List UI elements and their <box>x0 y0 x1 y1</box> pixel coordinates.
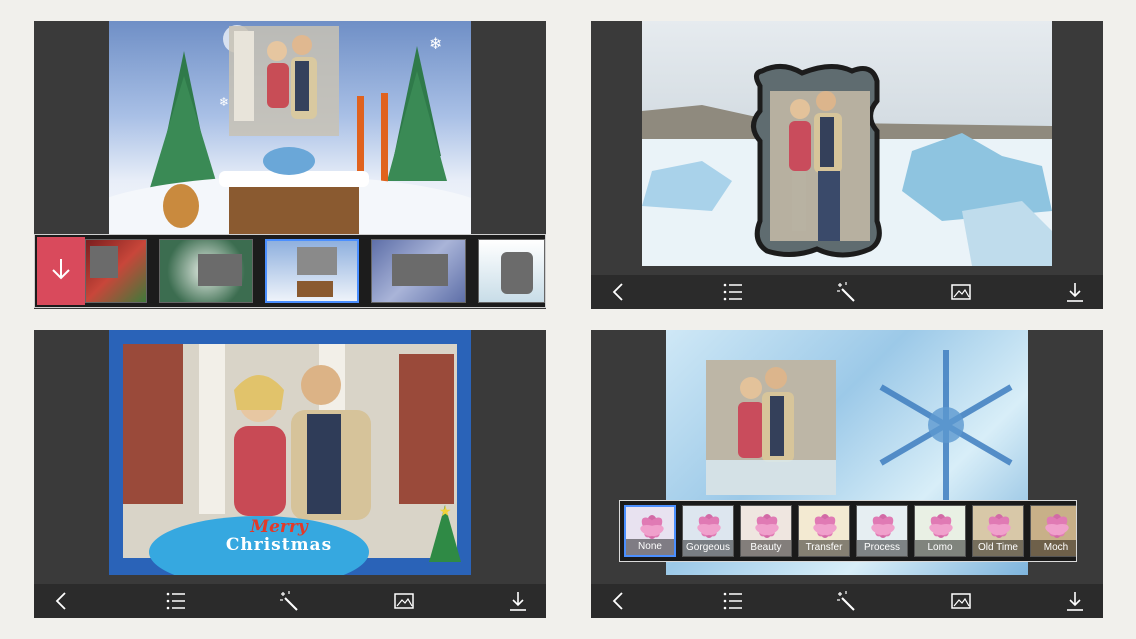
magic-wand-icon <box>837 282 855 302</box>
svg-text:❄: ❄ <box>429 34 442 53</box>
gallery-button[interactable] <box>947 278 975 306</box>
glacier-photo <box>642 21 1052 266</box>
back-chevron-icon <box>55 592 66 610</box>
list-icon <box>723 592 742 610</box>
bottom-toolbar <box>591 275 1103 309</box>
filter-option[interactable]: Transfer <box>798 505 850 557</box>
filter-option[interactable]: Gorgeous <box>682 505 734 557</box>
list-button[interactable] <box>719 278 747 306</box>
flower-icon <box>871 514 895 538</box>
filter-label: None <box>626 539 674 555</box>
flower-icon <box>697 514 721 538</box>
flower-icon <box>929 514 953 538</box>
greeting-text: Merry Christmas <box>219 518 339 554</box>
effects-button[interactable] <box>833 278 861 306</box>
frame-thumb-4[interactable] <box>371 239 466 303</box>
filter-option[interactable]: Process <box>856 505 908 557</box>
frame-thumb-5[interactable] <box>477 239 546 303</box>
magic-wand-icon <box>280 591 298 611</box>
frame-thumb-3[interactable] <box>264 239 360 303</box>
save-button[interactable] <box>1061 278 1089 306</box>
flower-icon <box>813 514 837 538</box>
filter-option[interactable]: None <box>624 505 676 557</box>
back-chevron-icon <box>612 283 623 301</box>
save-button[interactable] <box>504 587 532 615</box>
download-icon <box>52 259 70 280</box>
bottom-toolbar <box>34 584 546 618</box>
frame-thumb-1[interactable] <box>85 239 147 303</box>
effects-button[interactable] <box>833 587 861 615</box>
flower-icon <box>1045 514 1069 538</box>
effects-button[interactable] <box>276 587 304 615</box>
filter-option[interactable]: Old Time <box>972 505 1024 557</box>
list-button[interactable] <box>162 587 190 615</box>
download-icon <box>1067 283 1083 302</box>
save-button[interactable] <box>1061 587 1089 615</box>
image-icon <box>394 593 414 609</box>
save-frame-button[interactable] <box>37 237 86 305</box>
image-icon <box>951 593 971 609</box>
back-button[interactable] <box>48 587 76 615</box>
back-button[interactable] <box>605 278 633 306</box>
filter-selector-strip: None Gorgeous Beauty Transfer Process Lomo Old… <box>619 500 1077 562</box>
frame-thumb-2[interactable] <box>158 239 253 303</box>
magic-wand-icon <box>837 591 855 611</box>
filter-label: Process <box>857 540 907 556</box>
svg-text:★: ★ <box>439 504 452 520</box>
frame-selector-strip <box>34 234 546 308</box>
filter-label: Beauty <box>741 540 791 556</box>
panel-filter-picker: None Gorgeous Beauty Transfer Process Lomo Old… <box>591 330 1103 618</box>
image-icon <box>951 284 971 300</box>
panel-shaped-frame <box>591 21 1103 309</box>
back-button[interactable] <box>605 587 633 615</box>
bottom-toolbar <box>591 584 1103 618</box>
panel-christmas-frame: ★ Merry Christmas <box>34 330 546 618</box>
gallery-button[interactable] <box>947 587 975 615</box>
filter-option[interactable]: Lomo <box>914 505 966 557</box>
panel-frame-picker: ❄ ❄ <box>34 21 546 309</box>
svg-text:❄: ❄ <box>219 95 229 109</box>
gallery-button[interactable] <box>390 587 418 615</box>
flower-icon <box>987 514 1011 538</box>
filter-label: Transfer <box>799 540 849 556</box>
flower-icon <box>755 514 779 538</box>
framed-photo-preview: ❄ ❄ <box>109 21 471 234</box>
christmas-framed-photo: ★ Merry Christmas <box>109 330 471 575</box>
greeting-line-2: Christmas <box>225 535 333 555</box>
greeting-line-1: Merry <box>250 517 308 537</box>
list-icon <box>723 283 742 301</box>
filter-label: Moch <box>1031 540 1076 556</box>
filter-option[interactable]: Moch <box>1030 505 1076 557</box>
flower-icon <box>640 515 664 539</box>
filter-label: Lomo <box>915 540 965 556</box>
list-button[interactable] <box>719 587 747 615</box>
filter-option[interactable]: Beauty <box>740 505 792 557</box>
filter-label: Old Time <box>973 540 1023 556</box>
back-chevron-icon <box>612 592 623 610</box>
list-icon <box>166 592 185 610</box>
filter-label: Gorgeous <box>683 540 733 556</box>
download-icon <box>1067 592 1083 611</box>
download-icon <box>510 592 526 611</box>
